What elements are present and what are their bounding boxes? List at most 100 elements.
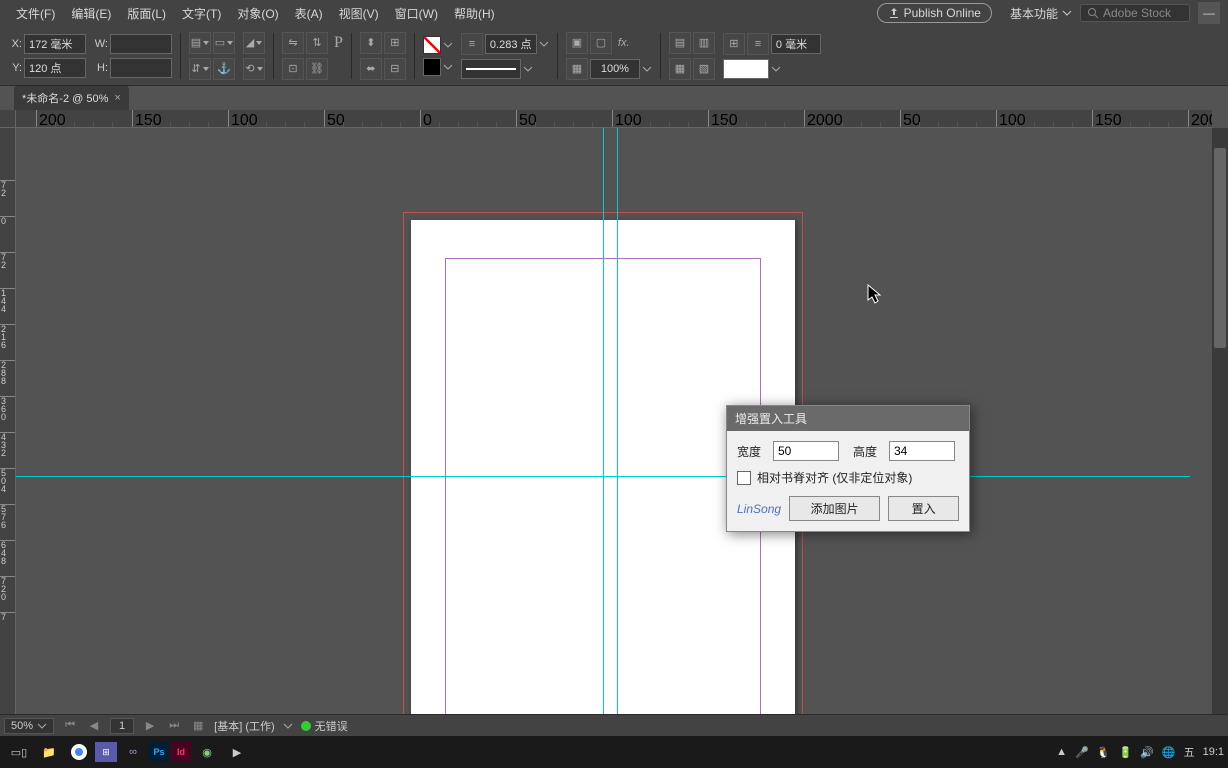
qq-icon[interactable]: 🐧: [1097, 746, 1111, 759]
enhanced-place-dialog: 增强置入工具 宽度 高度 相对书脊对齐 (仅非定位对象) LinSong 添加图…: [726, 405, 970, 532]
text-wrap-icon-2[interactable]: ▥: [693, 32, 715, 54]
visual-studio-icon[interactable]: ∞: [119, 740, 147, 764]
align-spine-checkbox[interactable]: [737, 471, 751, 485]
wrap-stepper[interactable]: ≡: [747, 33, 769, 55]
wrap-offset-input[interactable]: 0 毫米: [771, 34, 821, 54]
indesign-icon[interactable]: Id: [171, 742, 191, 762]
anchor-icon[interactable]: ⚓: [213, 58, 235, 80]
align-icon[interactable]: ⊞: [384, 32, 406, 54]
page-number-input[interactable]: 1: [110, 718, 134, 734]
link-icon[interactable]: ⛓: [306, 58, 328, 80]
opacity-input[interactable]: 100%: [590, 59, 640, 79]
first-page-button[interactable]: ⏮: [62, 718, 78, 734]
menu-edit[interactable]: 编辑(E): [63, 5, 119, 22]
height-input[interactable]: [889, 441, 955, 461]
height-label: 高度: [853, 443, 883, 460]
menu-file[interactable]: 文件(F): [8, 5, 63, 22]
ruler-origin[interactable]: [0, 110, 16, 128]
menu-table[interactable]: 表(A): [287, 5, 331, 22]
flip-h-icon[interactable]: ⇋: [282, 32, 304, 54]
zoom-select[interactable]: 50%: [4, 718, 54, 734]
horizontal-ruler[interactable]: 20015010050050100150200050100150200: [16, 110, 1212, 128]
publish-online-button[interactable]: Publish Online: [877, 3, 992, 23]
menu-layout[interactable]: 版面(L): [119, 5, 174, 22]
minimize-button[interactable]: —: [1198, 2, 1220, 24]
network-icon[interactable]: 🌐: [1162, 746, 1176, 759]
author-link[interactable]: LinSong: [737, 502, 781, 516]
text-wrap-icon-3[interactable]: ▦: [669, 58, 691, 80]
stroke-style-select[interactable]: [461, 59, 521, 79]
chevron-down-icon[interactable]: [771, 64, 781, 74]
chevron-down-icon[interactable]: [642, 64, 652, 74]
menu-help[interactable]: 帮助(H): [446, 5, 503, 22]
open-panel-icon[interactable]: ▦: [190, 718, 206, 734]
text-wrap-icon-4[interactable]: ▧: [693, 58, 715, 80]
width-input[interactable]: [773, 441, 839, 461]
chevron-down-icon[interactable]: [539, 39, 549, 49]
flip-v-icon[interactable]: ⇅: [306, 32, 328, 54]
clock-day[interactable]: 五: [1184, 744, 1195, 760]
frame-fit-icon[interactable]: ▭: [213, 32, 235, 54]
chevron-down-icon[interactable]: [283, 721, 293, 731]
vertical-guide[interactable]: [617, 128, 618, 714]
place-button[interactable]: 置入: [888, 496, 959, 521]
chevron-down-icon[interactable]: [443, 40, 453, 50]
menu-object[interactable]: 对象(O): [229, 5, 286, 22]
distribute-h-icon[interactable]: ⬍: [360, 32, 382, 54]
next-page-button[interactable]: ▶: [142, 718, 158, 734]
text-direction-icon[interactable]: ⇵: [189, 58, 211, 80]
menu-window[interactable]: 窗口(W): [387, 5, 446, 22]
scrollbar-thumb[interactable]: [1214, 148, 1226, 348]
adobe-stock-search[interactable]: Adobe Stock: [1080, 4, 1190, 22]
constrain-icon[interactable]: ⊡: [282, 58, 304, 80]
spacing-icon[interactable]: ⊟: [384, 58, 406, 80]
clock-time[interactable]: 19:1: [1203, 746, 1224, 758]
prev-page-button[interactable]: ◀: [86, 718, 102, 734]
document-tab-title: *未命名-2 @ 50%: [22, 90, 108, 106]
columns-icon[interactable]: ▤: [189, 32, 211, 54]
workspace-selector[interactable]: 基本功能: [1002, 5, 1080, 22]
add-image-button[interactable]: 添加图片: [789, 496, 880, 521]
chevron-down-icon[interactable]: [443, 62, 453, 72]
document-tab[interactable]: *未命名-2 @ 50% ×: [14, 86, 129, 110]
teams-icon[interactable]: ◉: [193, 740, 221, 764]
effects-icon-2[interactable]: ▢: [590, 32, 612, 54]
taskbar: ▭▯ 📁 ⊞ ∞ Ps Id ◉ ▶ ▲ 🎤 🐧 🔋 🔊 🌐 五 19:1: [0, 736, 1228, 768]
h-input[interactable]: [110, 58, 172, 78]
menu-type[interactable]: 文字(T): [174, 5, 229, 22]
canvas[interactable]: [16, 128, 1212, 714]
vertical-ruler[interactable]: 720721442162883604325045766487207: [0, 128, 16, 714]
tray-up-icon[interactable]: ▲: [1056, 746, 1067, 758]
effects-icon-1[interactable]: ▣: [566, 32, 588, 54]
windows-app-icon[interactable]: ⊞: [95, 742, 117, 762]
battery-icon[interactable]: 🔋: [1118, 746, 1132, 759]
close-tab-button[interactable]: ×: [114, 92, 120, 104]
vertical-scrollbar[interactable]: [1212, 128, 1228, 714]
chevron-down-icon[interactable]: [523, 64, 533, 74]
shear-icon[interactable]: ◢: [243, 32, 265, 54]
mic-icon[interactable]: 🎤: [1075, 746, 1089, 759]
photoshop-icon[interactable]: Ps: [149, 742, 169, 762]
text-wrap-icon-1[interactable]: ▤: [669, 32, 691, 54]
distribute-v-icon[interactable]: ⬌: [360, 58, 382, 80]
vertical-guide[interactable]: [603, 128, 604, 714]
stroke-weight-input[interactable]: 0.283 点: [485, 34, 537, 54]
file-explorer-icon[interactable]: 📁: [35, 740, 63, 764]
preflight-status[interactable]: 无错误: [301, 718, 348, 734]
rotate-icon[interactable]: ⟲: [243, 58, 265, 80]
stroke-swatch[interactable]: [423, 36, 441, 54]
fx-label[interactable]: fx.: [618, 37, 630, 49]
w-input[interactable]: [110, 34, 172, 54]
dialog-title[interactable]: 增强置入工具: [727, 406, 969, 431]
y-input[interactable]: [24, 58, 86, 78]
x-input[interactable]: [24, 34, 86, 54]
chrome-icon[interactable]: [65, 740, 93, 764]
task-view-icon[interactable]: ▭▯: [5, 740, 33, 764]
player-icon[interactable]: ▶: [223, 740, 251, 764]
color-swatch[interactable]: [723, 59, 769, 79]
fill-swatch[interactable]: [423, 58, 441, 76]
last-page-button[interactable]: ⏭: [166, 718, 182, 734]
menu-view[interactable]: 视图(V): [331, 5, 387, 22]
horizontal-guide[interactable]: [16, 476, 1190, 477]
volume-icon[interactable]: 🔊: [1140, 746, 1154, 759]
